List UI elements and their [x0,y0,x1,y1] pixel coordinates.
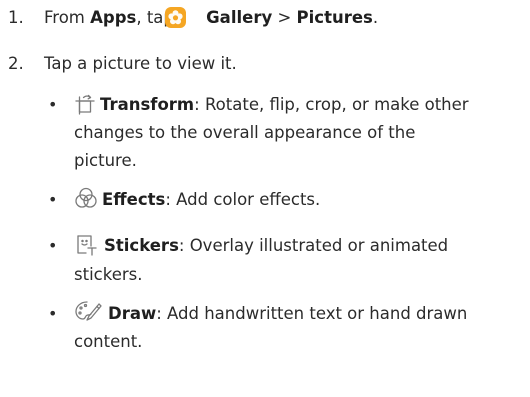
bullet: • [48,95,58,114]
draw-icon [75,301,102,321]
pictures-label: Pictures [296,8,373,27]
draw-label: Draw [108,304,157,323]
transform-desc-3: picture. [74,151,137,170]
bullet: • [48,236,58,255]
bullet: • [48,190,58,209]
option-effects: Effects: Add color effects. [102,189,320,211]
stickers-desc-1: Overlay illustrated or animated [184,236,449,255]
stickers-icon [77,235,97,256]
effects-label: Effects [102,190,166,209]
draw-desc-2: content. [74,332,143,351]
stickers-label: Stickers [104,236,179,255]
transform-icon [75,94,95,115]
effects-desc-1: Add color effects. [170,190,321,209]
page: { "steps": [ { "number": "1.", "prefix":… [0,0,530,397]
transform-label: Transform [100,95,195,114]
gallery-label: Gallery [206,8,273,27]
option-transform: Transform: Rotate, flip, crop, or make o… [100,94,469,116]
effects-icon [75,187,97,208]
apps-label: Apps [90,8,137,27]
step-1-text: From Apps, tap Gallery > Pictures. [44,7,378,29]
draw-desc-1: Add handwritten text or hand drawn [161,304,468,323]
step-number: 1. [8,8,24,27]
step-number: 2. [8,54,24,73]
arrow-separator: > [272,8,297,27]
gallery-app-icon [165,7,186,28]
transform-desc-2: changes to the overall appearance of the [74,123,416,142]
step-1-period: . [372,8,379,27]
transform-desc-1: Rotate, flip, crop, or make other [199,95,469,114]
stickers-desc-2: stickers. [74,265,143,284]
step-1-prefix: From [44,8,91,27]
option-stickers: Stickers: Overlay illustrated or animate… [104,235,448,257]
bullet: • [48,304,58,323]
option-draw: Draw: Add handwritten text or hand drawn [108,303,467,325]
step-2-text: Tap a picture to view it. [44,54,237,73]
gallery-flower-icon [168,10,183,25]
